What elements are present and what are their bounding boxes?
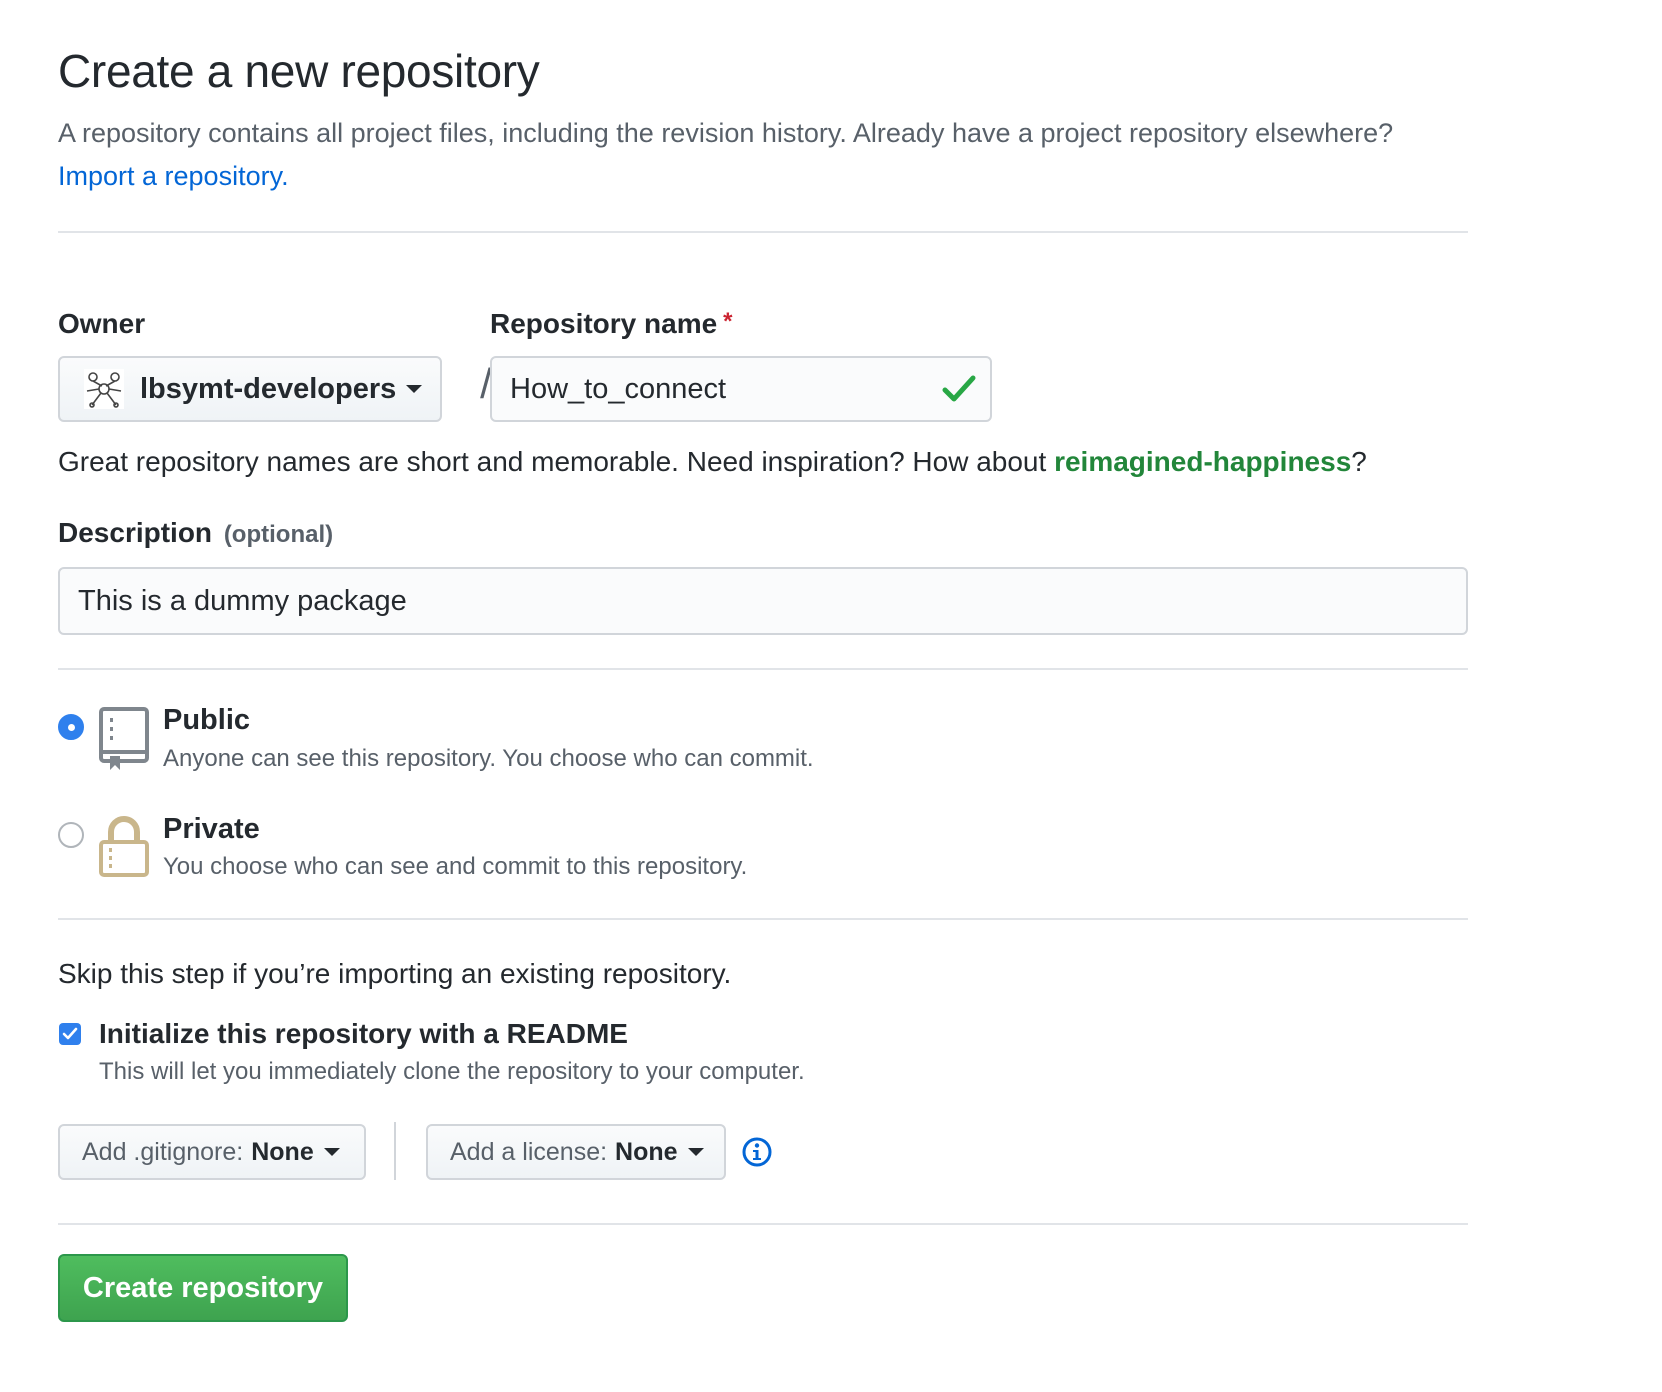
- public-title: Public: [163, 704, 251, 736]
- owner-label: Owner: [58, 308, 146, 339]
- chevron-down-icon: [687, 1148, 704, 1156]
- private-radio[interactable]: [58, 822, 84, 848]
- optional-tag: (optional): [223, 521, 334, 548]
- repo-name-input[interactable]: [490, 356, 992, 422]
- owner-avatar: [84, 369, 124, 409]
- create-repository-button[interactable]: Create repository: [58, 1254, 348, 1322]
- info-icon[interactable]: [741, 1136, 773, 1168]
- divider: [58, 668, 1468, 670]
- page-subhead: A repository contains all project files,…: [58, 112, 1438, 198]
- description-input[interactable]: [58, 567, 1468, 635]
- lock-icon: [99, 816, 149, 877]
- subhead-text: A repository contains all project files,…: [58, 118, 1394, 148]
- license-prefix: Add a license:: [450, 1137, 608, 1166]
- private-title: Private: [163, 813, 260, 845]
- button-separator: [394, 1122, 396, 1180]
- check-icon: [942, 375, 976, 402]
- license-select[interactable]: Add a license: None: [426, 1124, 726, 1180]
- name-suggestion-link[interactable]: reimagined-happiness: [1054, 446, 1351, 477]
- public-desc: Anyone can see this repository. You choo…: [163, 745, 814, 772]
- skip-note: Skip this step if you’re importing an ex…: [58, 958, 732, 989]
- public-radio[interactable]: [58, 714, 84, 740]
- chevron-down-icon: [406, 385, 423, 393]
- private-desc: You choose who can see and commit to thi…: [163, 853, 748, 880]
- gitignore-prefix: Add .gitignore:: [82, 1137, 244, 1166]
- chevron-down-icon: [323, 1148, 340, 1156]
- repo-name-label: Repository name *: [490, 308, 733, 340]
- page-title: Create a new repository: [58, 45, 540, 97]
- name-hint-text: Great repository names are short and mem…: [58, 446, 1047, 477]
- description-label: Description (optional): [58, 517, 333, 549]
- checkmark-icon: [62, 1027, 78, 1040]
- license-value: None: [615, 1137, 678, 1166]
- name-hint-end: ?: [1351, 446, 1367, 477]
- import-repository-link[interactable]: Import a repository.: [58, 161, 289, 191]
- repo-name-label-text: Repository name: [490, 308, 718, 339]
- readme-desc: This will let you immediately clone the …: [99, 1058, 805, 1085]
- owner-name: lbsymt-developers: [140, 372, 397, 405]
- repo-book-icon: [99, 707, 149, 770]
- readme-label[interactable]: Initialize this repository with a README: [99, 1018, 628, 1050]
- divider: [58, 231, 1468, 233]
- owner-select[interactable]: lbsymt-developers: [58, 356, 442, 422]
- name-hint: Great repository names are short and mem…: [58, 446, 1367, 478]
- readme-checkbox[interactable]: [59, 1023, 81, 1045]
- required-mark: *: [723, 308, 733, 335]
- description-label-text: Description: [58, 517, 213, 548]
- gitignore-value: None: [251, 1137, 314, 1166]
- divider: [58, 918, 1468, 920]
- gitignore-select[interactable]: Add .gitignore: None: [58, 1124, 366, 1180]
- divider: [58, 1223, 1468, 1225]
